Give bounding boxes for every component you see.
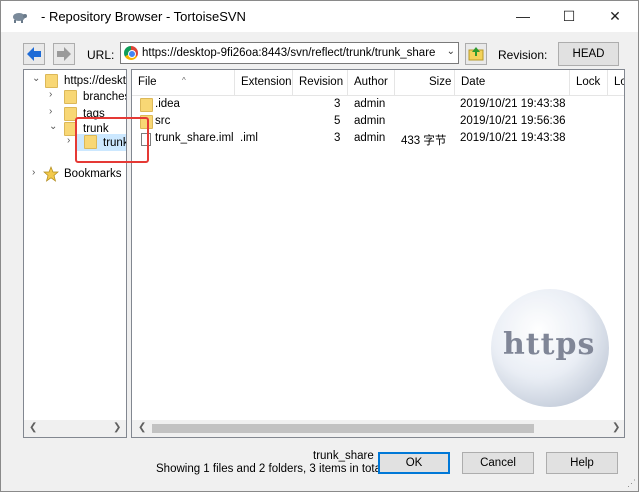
chrome-icon (124, 46, 138, 60)
status-summary: Showing 1 files and 2 folders, 3 items i… (156, 463, 384, 475)
column-label: File (138, 76, 157, 88)
tree-item-label: https://deskt (64, 75, 127, 87)
column-header-file[interactable]: File ^ (132, 70, 235, 95)
scroll-right-icon[interactable]: ❯ (113, 422, 121, 433)
chevron-right-icon[interactable]: › (49, 89, 59, 100)
file-extension: .iml (240, 132, 258, 144)
list-item[interactable]: trunk_share.iml .iml 3 admin 433 字节 2019… (132, 130, 624, 147)
scroll-thumb[interactable] (152, 424, 534, 433)
folder-icon (45, 74, 58, 88)
folder-up-icon (468, 47, 484, 61)
window-title: - Repository Browser - TortoiseSVN (41, 9, 246, 24)
watermark-globe: https (491, 289, 609, 407)
scroll-right-icon[interactable]: ❯ (612, 422, 620, 433)
list-item[interactable]: .idea 3 admin 2019/10/21 19:43:38 (132, 96, 624, 113)
folder-icon (140, 98, 153, 112)
forward-button[interactable] (53, 43, 75, 65)
tree-item-label: branches (83, 91, 127, 103)
status-path: trunk_share (313, 450, 374, 462)
url-toolbar: URL: https://desktop-9fi26oa:8443/svn/re… (1, 39, 638, 67)
chevron-down-icon[interactable]: ⌄ (447, 46, 455, 57)
file-revision: 3 (334, 98, 341, 110)
tree-item-root[interactable]: ⌄ https://deskt (24, 73, 127, 90)
ok-button[interactable]: OK (378, 452, 450, 474)
arrow-right-icon (57, 47, 71, 61)
column-header-extension[interactable]: Extension (235, 70, 293, 95)
watermark-text: https (503, 327, 596, 362)
star-icon (43, 166, 59, 182)
column-header-lock-comment[interactable]: Lo (608, 70, 624, 95)
annotation-highlight-box (75, 117, 149, 163)
file-revision: 3 (334, 132, 341, 144)
column-header-lock[interactable]: Lock (570, 70, 608, 95)
chevron-down-icon[interactable]: ⌄ (32, 73, 42, 84)
file-date: 2019/10/21 19:56:36 (460, 115, 566, 127)
file-date: 2019/10/21 19:43:38 (460, 132, 566, 144)
title-bar[interactable]: - Repository Browser - TortoiseSVN — ☐ ✕ (1, 1, 638, 32)
arrow-left-icon (27, 47, 41, 61)
file-author: admin (354, 132, 386, 144)
repository-browser-window: - Repository Browser - TortoiseSVN — ☐ ✕… (0, 0, 639, 492)
tree-item-branches[interactable]: › branches (24, 89, 127, 106)
tree-item-label: Bookmarks (64, 168, 122, 180)
scroll-left-icon[interactable]: ❮ (29, 422, 37, 433)
list-item[interactable]: src 5 admin 2019/10/21 19:56:36 (132, 113, 624, 130)
resize-grip-icon[interactable]: ⋰ (627, 478, 636, 489)
tortoisesvn-icon (13, 13, 27, 23)
maximize-button[interactable]: ☐ (546, 1, 592, 32)
close-button[interactable]: ✕ (592, 1, 638, 32)
help-button[interactable]: Help (546, 452, 618, 474)
tree-horizontal-scrollbar[interactable]: ❮ ❯ (24, 420, 126, 437)
url-combobox[interactable]: https://desktop-9fi26oa:8443/svn/reflect… (120, 42, 459, 64)
file-author: admin (354, 115, 386, 127)
url-label: URL: (87, 48, 115, 62)
chevron-right-icon[interactable]: › (49, 106, 59, 117)
file-name: trunk_share.iml (155, 132, 234, 144)
minimize-button[interactable]: — (500, 1, 546, 32)
column-header-size[interactable]: Size (395, 70, 455, 95)
back-button[interactable] (23, 43, 45, 65)
file-name: .idea (155, 98, 180, 110)
file-date: 2019/10/21 19:43:38 (460, 98, 566, 110)
column-header-date[interactable]: Date (455, 70, 570, 95)
url-value[interactable]: https://desktop-9fi26oa:8443/svn/reflect… (142, 47, 435, 59)
file-size: 433 字节 (401, 135, 447, 147)
folder-icon (64, 90, 77, 104)
list-horizontal-scrollbar[interactable]: ❮ ❯ (132, 420, 624, 437)
scroll-left-icon[interactable]: ❮ (138, 422, 146, 433)
revision-label: Revision: (498, 48, 548, 62)
column-header-author[interactable]: Author (348, 70, 395, 95)
file-name: src (155, 115, 171, 127)
chevron-right-icon[interactable]: › (32, 167, 42, 178)
file-revision: 5 (334, 115, 341, 127)
chevron-down-icon[interactable]: ⌄ (49, 121, 59, 132)
file-author: admin (354, 98, 386, 110)
column-header-revision[interactable]: Revision (293, 70, 348, 95)
revision-head-button[interactable]: HEAD (558, 42, 619, 66)
cancel-button[interactable]: Cancel (462, 452, 534, 474)
sort-ascending-icon: ^ (182, 76, 186, 85)
tree-item-bookmarks[interactable]: › Bookmarks (24, 166, 126, 183)
parent-folder-button[interactable] (465, 43, 487, 65)
